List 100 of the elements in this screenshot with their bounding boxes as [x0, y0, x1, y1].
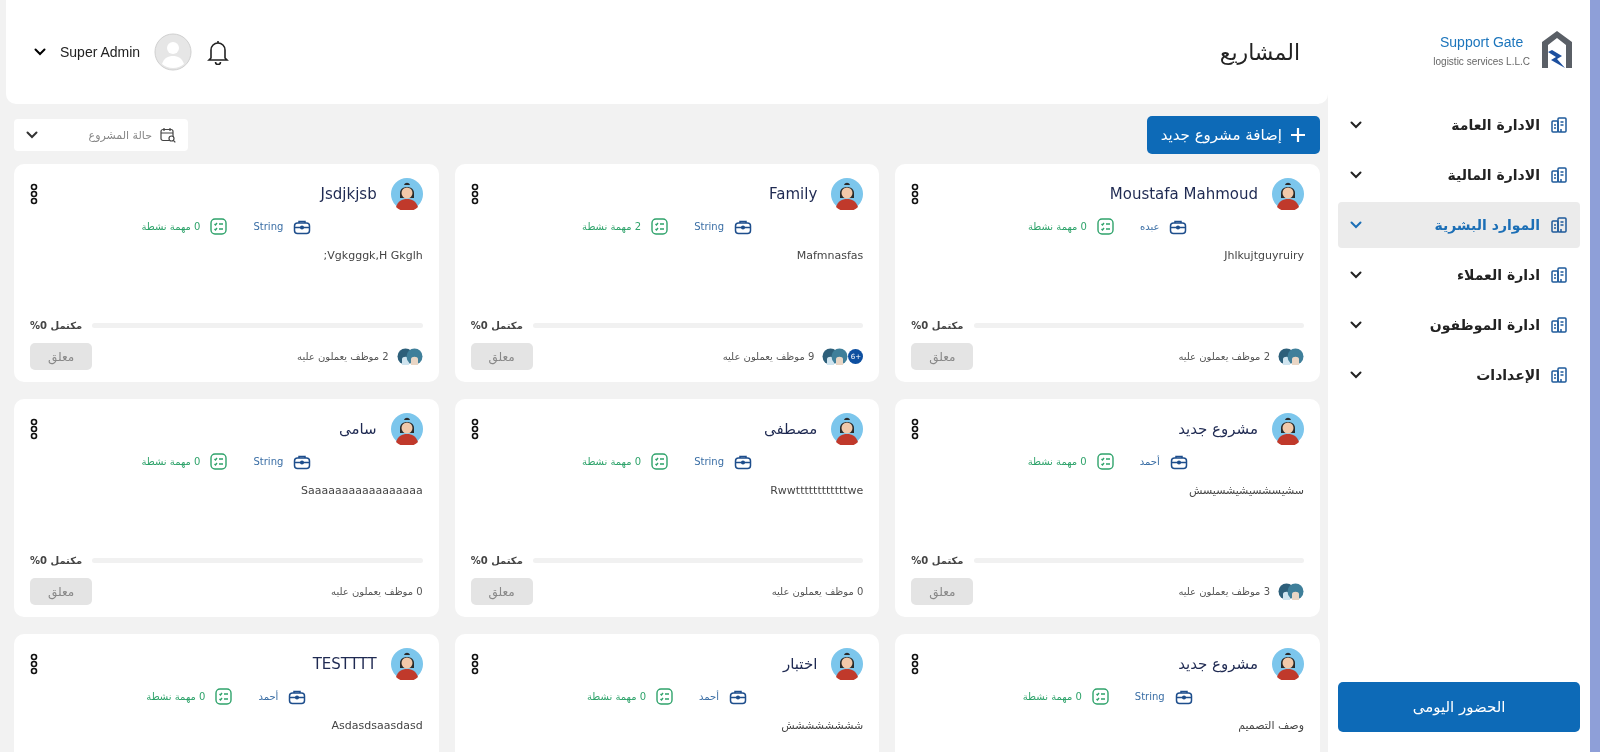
project-title: Family — [769, 185, 818, 203]
more-options-icon[interactable] — [470, 418, 479, 440]
more-options-icon[interactable] — [30, 653, 38, 675]
chevron-down-icon — [1350, 221, 1362, 229]
status-button[interactable]: معلق — [30, 578, 92, 605]
avatar-icon — [390, 648, 423, 680]
avatar-icon — [831, 648, 864, 680]
project-owner: String — [253, 456, 284, 467]
project-title: اختبار — [783, 655, 818, 673]
building-icon — [1550, 266, 1568, 284]
more-options-icon[interactable] — [30, 418, 38, 440]
avatar-icon — [390, 413, 423, 445]
project-owner: أحمد — [699, 691, 720, 702]
team-avatars-drawing — [822, 348, 849, 365]
project-owner: أحمد — [1139, 456, 1160, 467]
avatar-icon — [1272, 178, 1304, 210]
bell-icon[interactable] — [206, 39, 231, 65]
add-project-button[interactable]: إضافة مشروع جديد — [1146, 116, 1320, 154]
user-name[interactable]: Super Admin — [60, 44, 141, 60]
briefcase-icon — [734, 453, 752, 470]
chevron-down-icon — [1350, 371, 1362, 379]
sidebar-item[interactable]: الإعدادات — [1338, 352, 1580, 398]
briefcase-icon — [293, 453, 312, 470]
active-tasks: 0 مهمة نشطة — [586, 691, 647, 702]
team-avatars-drawing — [396, 348, 423, 365]
chevron-down-icon — [1350, 271, 1362, 279]
active-tasks: 0 مهمة نشطة — [1027, 456, 1087, 467]
sidebar-item[interactable]: الادارة المالية — [1338, 152, 1580, 198]
more-options-icon[interactable] — [470, 653, 479, 675]
active-tasks: 0 مهمة نشطة — [1027, 221, 1087, 232]
project-owner: عبده — [1140, 221, 1160, 232]
building-icon — [1550, 116, 1568, 134]
avatar-icon — [831, 413, 864, 445]
chevron-down-icon — [1350, 121, 1362, 129]
more-options-icon[interactable] — [911, 183, 920, 205]
progress-label: %0 مكتمل — [470, 555, 523, 566]
daily-attendance-button[interactable]: الحضور اليومى — [1338, 682, 1580, 732]
scrollbar[interactable] — [1590, 0, 1600, 752]
task-list-icon — [210, 453, 228, 470]
more-options-icon[interactable] — [911, 653, 920, 675]
avatar-icon — [831, 178, 864, 210]
project-description: Rwwttttttttttttwe — [769, 484, 864, 497]
building-icon — [1550, 216, 1568, 234]
status-button[interactable]: معلق — [30, 343, 92, 370]
active-tasks: 2 مهمة نشطة — [582, 221, 642, 232]
task-list-icon — [651, 453, 669, 470]
more-options-icon[interactable] — [911, 418, 920, 440]
avatar-icon — [1272, 648, 1304, 680]
more-options-icon[interactable] — [30, 183, 38, 205]
avatar-icon — [1272, 413, 1304, 445]
active-tasks: 0 مهمة نشطة — [582, 456, 642, 467]
members-count: 9 موظف يعملون عليه — [722, 351, 815, 362]
project-owner: String — [694, 456, 724, 467]
active-tasks: 0 مهمة نشطة — [146, 691, 206, 702]
status-button[interactable]: معلق — [911, 343, 974, 370]
project-description: Asdasdsaasdasd — [330, 719, 423, 732]
members-count: 0 موظف يعملون عليه — [331, 586, 423, 597]
page-title: المشاريع — [1219, 39, 1300, 65]
sidebar-item[interactable]: ادارة الموظفون — [1338, 302, 1580, 348]
briefcase-icon — [1169, 453, 1188, 470]
chevron-down-icon — [26, 131, 38, 139]
more-options-icon[interactable] — [470, 183, 479, 205]
project-owner: String — [253, 221, 284, 232]
status-button[interactable]: معلق — [911, 578, 974, 605]
building-icon — [1550, 366, 1568, 384]
project-description: سشيسشسيشيشسيسش — [1187, 484, 1304, 497]
team-avatars-drawing — [1278, 583, 1304, 600]
project-description: Saaaaaaaaaaaaaaaaa — [300, 484, 423, 497]
progress-label: %0 مكتمل — [470, 320, 523, 331]
project-description: Jhlkujtguyruiry — [1222, 249, 1304, 262]
project-title: مشروع جديد — [1178, 420, 1258, 438]
sidebar-item[interactable]: ادارة العملاء — [1338, 252, 1580, 298]
project-title: سامى — [339, 420, 377, 438]
briefcase-icon — [1174, 688, 1193, 705]
status-button[interactable]: معلق — [470, 578, 533, 605]
briefcase-icon — [288, 688, 307, 705]
active-tasks: 0 مهمة نشطة — [141, 456, 201, 467]
task-list-icon — [1091, 688, 1109, 705]
project-description: Vgkgggk,H Gkglh; — [322, 249, 423, 262]
building-icon — [1550, 316, 1568, 334]
task-list-icon — [656, 688, 674, 705]
project-owner: أحمد — [258, 691, 279, 702]
progress-label: %0 مكتمل — [911, 320, 964, 331]
sidebar-item[interactable]: الادارة العامة — [1338, 102, 1580, 148]
plus-icon — [1290, 127, 1306, 143]
task-list-icon — [1097, 218, 1114, 235]
task-list-icon — [1096, 453, 1114, 470]
project-owner: String — [694, 221, 724, 232]
sidebar-item[interactable]: الموارد البشرية — [1338, 202, 1580, 248]
chevron-down-icon — [1350, 171, 1362, 179]
project-description: شششششششش — [780, 719, 864, 732]
members-count: 0 موظف يعملون عليه — [771, 586, 864, 597]
status-filter[interactable]: حالة المشروع — [14, 119, 188, 151]
chevron-down-icon — [1350, 321, 1362, 329]
avatar-icon — [390, 178, 423, 210]
members-count: 2 موظف يعملون عليه — [297, 351, 389, 362]
briefcase-icon — [293, 218, 312, 235]
project-title: مشروع جديد — [1178, 655, 1258, 673]
status-button[interactable]: معلق — [470, 343, 533, 370]
project-title: Moustafa Mahmoud — [1109, 185, 1258, 203]
